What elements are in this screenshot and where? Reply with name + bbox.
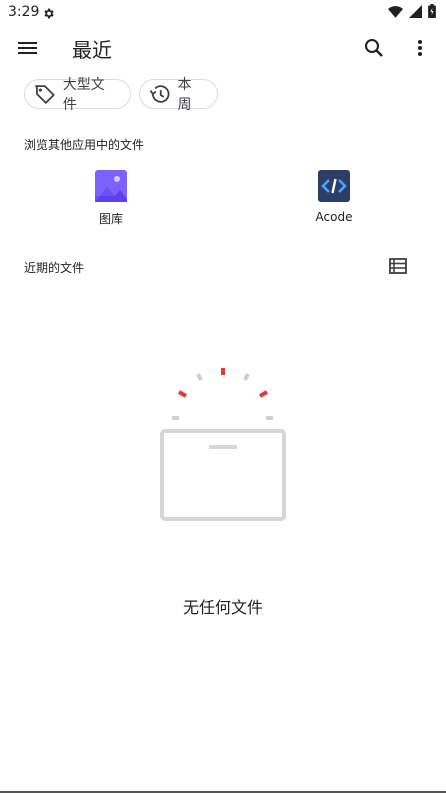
empty-folder-illustration [155, 365, 291, 525]
status-time: 3:29 [8, 4, 40, 20]
recent-files-heading: 近期的文件 [24, 261, 85, 275]
list-view-icon [389, 258, 407, 274]
empty-state-message: 无任何文件 [182, 598, 263, 617]
search-button[interactable] [360, 34, 388, 62]
app-name: Acode [315, 210, 353, 224]
signal-icon [409, 4, 422, 18]
acode-code-icon [318, 170, 350, 202]
settings-gear-icon [42, 5, 55, 24]
app-acode[interactable]: Acode [294, 170, 374, 224]
chip-this-week[interactable]: 本周 [139, 77, 218, 113]
app-name: 图库 [98, 212, 123, 226]
menu-button[interactable] [14, 34, 42, 62]
search-icon [365, 39, 383, 57]
app-bar: 最近 [0, 24, 446, 72]
hamburger-menu-icon [18, 42, 37, 54]
list-view-toggle[interactable] [388, 256, 410, 276]
status-indicators [388, 4, 436, 18]
app-gallery[interactable]: 图库 [71, 170, 151, 227]
battery-icon [428, 4, 436, 18]
chip-large-files[interactable]: 大型文件 [24, 77, 131, 113]
more-options-button[interactable] [408, 34, 432, 62]
label-tag-icon [35, 85, 55, 104]
status-bar: 3:29 [0, 0, 446, 24]
history-clock-icon [149, 85, 170, 103]
chip-label: 本周 [177, 77, 192, 113]
browse-apps-heading: 浏览其他应用中的文件 [24, 138, 145, 152]
more-vert-icon [418, 40, 422, 56]
wifi-icon [388, 5, 403, 18]
page-title: 最近 [72, 38, 112, 62]
chip-label: 大型文件 [62, 77, 105, 113]
gallery-image-icon [95, 170, 127, 202]
